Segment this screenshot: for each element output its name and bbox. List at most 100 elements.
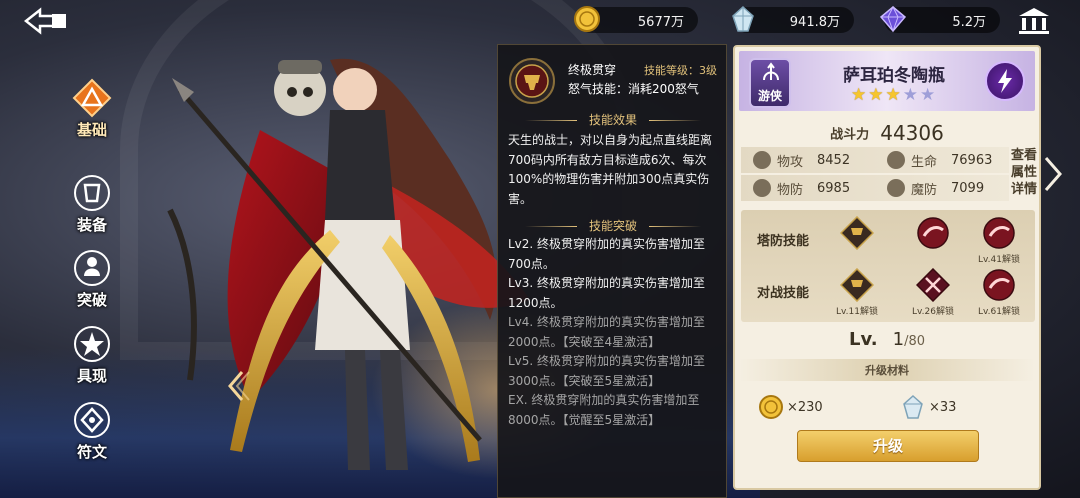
chevron-left-icon [228,371,250,401]
break-section-title: 技能突破 [498,217,728,234]
gem-counter: 5.2万 [879,5,1000,33]
view-detail-button[interactable]: 查看属性详情 [1011,147,1041,198]
break-item-lv2: Lv2. 终极贯穿附加的真实伤害增加至700点。 [508,237,706,271]
skill-unlock-text: Lv.26解锁 [912,307,954,317]
star-icon: ★ [885,85,901,105]
stat-atk: 物攻 8452 [753,147,850,173]
temple-icon [1019,8,1049,34]
purple-gem-icon [879,5,907,33]
spear-skill-icon [840,268,874,302]
skill-unlock-text: Lv.41解锁 [978,255,1020,265]
star-empty-icon: ★ [920,85,936,105]
tower-skill-slot[interactable] [911,216,955,268]
battle-skill-slot[interactable]: Lv.61解锁 [977,268,1021,320]
shield-icon [753,179,771,197]
nav-item-rune[interactable]: 符文 [64,400,120,470]
hero-name: 萨耳珀冬陶瓶 [843,66,945,86]
stat-row: 物攻 8452 生命 76963 [741,147,1009,173]
break-list: Lv2. 终极贯穿附加的真实伤害增加至700点。 Lv3. 终极贯穿附加的真实伤… [508,235,722,430]
battle-skill-slot[interactable]: Lv.26解锁 [911,268,955,320]
star-icon: ★ [868,85,884,105]
ranger-icon [763,62,779,81]
material-count: ×33 [929,399,957,415]
nav-item-equipment[interactable]: 装备 [64,173,120,243]
stat-value: 6985 [817,180,851,196]
element-badge[interactable] [985,61,1025,101]
rune-icon [74,402,110,438]
slash-skill-icon [917,217,949,249]
class-badge: 游侠 [749,58,791,108]
effect-description: 天生的战士，对以自身为起点直线距离700码内所有敌方目标造成6次、每次100%的… [508,133,713,206]
nav-item-basic[interactable]: 基础 [64,78,120,148]
level-max: /80 [904,334,926,349]
skill-detail-panel: 终极贯穿 技能等级：3级 怒气技能：消耗200怒气 技能效果 天生的战士，对以自… [497,44,727,498]
spear-skill-icon [840,216,874,250]
stat-def: 物防 6985 [753,175,850,201]
prev-hero-button[interactable] [222,368,252,404]
stat-label: 物防 [777,182,804,198]
nav-label-equipment: 装备 [76,216,107,234]
break-title-text: 技能突破 [588,219,637,233]
stat-row: 物防 6985 魔防 7099 [741,175,1009,201]
tower-skills-label: 塔防技能 [757,234,810,249]
crystal-icon [732,5,754,32]
stat-label: 魔防 [911,182,938,198]
stats-panel: 物攻 8452 生命 76963 物防 6985 魔防 7099 [741,147,1009,203]
stat-hp: 生命 76963 [887,147,992,173]
effect-title-text: 技能效果 [588,113,637,127]
material-crystal: ×33 [899,392,956,422]
upgrade-button[interactable]: 升级 [797,430,979,462]
crystal-counter: 941.8万 [732,5,854,33]
top-bar: 5677万 941.8万 5.2万 [0,0,1080,40]
stat-label: 物攻 [777,154,804,170]
star-empty-icon: ★ [902,85,918,105]
back-arrow-icon [23,7,66,35]
magic-shield-icon [887,179,905,197]
skill-unlock-text: Lv.61解锁 [978,307,1020,317]
class-label: 游侠 [757,89,782,103]
nav-label-basic: 基础 [76,121,107,139]
level-row: Lv. 1/80 [735,329,1039,350]
crystal-icon [903,394,923,419]
skill-type: 怒气技能：消耗200怒气 [568,82,699,96]
power-row: 战斗力 44306 [735,121,1039,145]
gold-coin-icon [574,6,600,32]
material-count: ×230 [787,399,823,415]
nav-item-breakthrough[interactable]: 突破 [64,248,120,318]
stat-mdef: 魔防 7099 [887,175,984,201]
cross-slash-skill-icon [916,268,950,302]
star-icon: ★ [851,85,867,105]
skills-panel: 塔防技能 对战技能 Lv.41解锁 Lv.11解锁 Lv.26解锁 Lv.61解… [741,210,1035,322]
materials-title: 升级材料 [739,359,1035,381]
stat-value: 76963 [951,152,993,168]
nav-label-rune: 符文 [76,443,107,461]
tower-skill-slot[interactable] [835,216,879,268]
battle-skill-slot[interactable]: Lv.11解锁 [835,268,879,320]
level-value: 1 [892,329,905,350]
hero-illustration [167,58,530,470]
basic-triangle-icon [72,78,112,118]
back-button[interactable] [22,6,70,36]
break-item-lv3: Lv3. 终极贯穿附加的真实伤害增加至1200点。 [508,276,706,310]
lightning-icon [998,69,1012,93]
power-value: 44306 [880,121,944,145]
level-label: Lv. [848,329,878,350]
manifest-icon [74,326,110,362]
sword-icon [753,151,771,169]
stat-value: 8452 [817,152,851,168]
heart-icon [887,151,905,169]
hall-button[interactable] [1016,6,1052,36]
next-hero-button[interactable] [1040,154,1066,194]
material-gold: ×230 [757,392,823,422]
stat-value: 7099 [951,180,985,196]
star-rating: ★ ★ ★ ★ ★ [851,85,935,105]
skill-header: 终极贯穿 技能等级：3级 怒气技能：消耗200怒气 [508,57,718,105]
break-item-lv4: Lv4. 终极贯穿附加的真实伤害增加至2000点。【突破至4星激活】 [508,315,706,349]
power-label: 战斗力 [830,127,870,143]
hero-info-card: 游侠 萨耳珀冬陶瓶 ★ ★ ★ ★ ★ 战斗力 44306 物攻 8452 生命… [733,45,1041,490]
tower-skill-slot[interactable]: Lv.41解锁 [977,216,1021,268]
nav-label-breakthrough: 突破 [76,291,107,309]
nav-item-manifest[interactable]: 具现 [64,324,120,394]
break-item-lv5: Lv5. 终极贯穿附加的真实伤害增加至3000点。【突破至5星激活】 [508,354,706,388]
hero-header: 游侠 萨耳珀冬陶瓶 ★ ★ ★ ★ ★ [739,51,1035,111]
